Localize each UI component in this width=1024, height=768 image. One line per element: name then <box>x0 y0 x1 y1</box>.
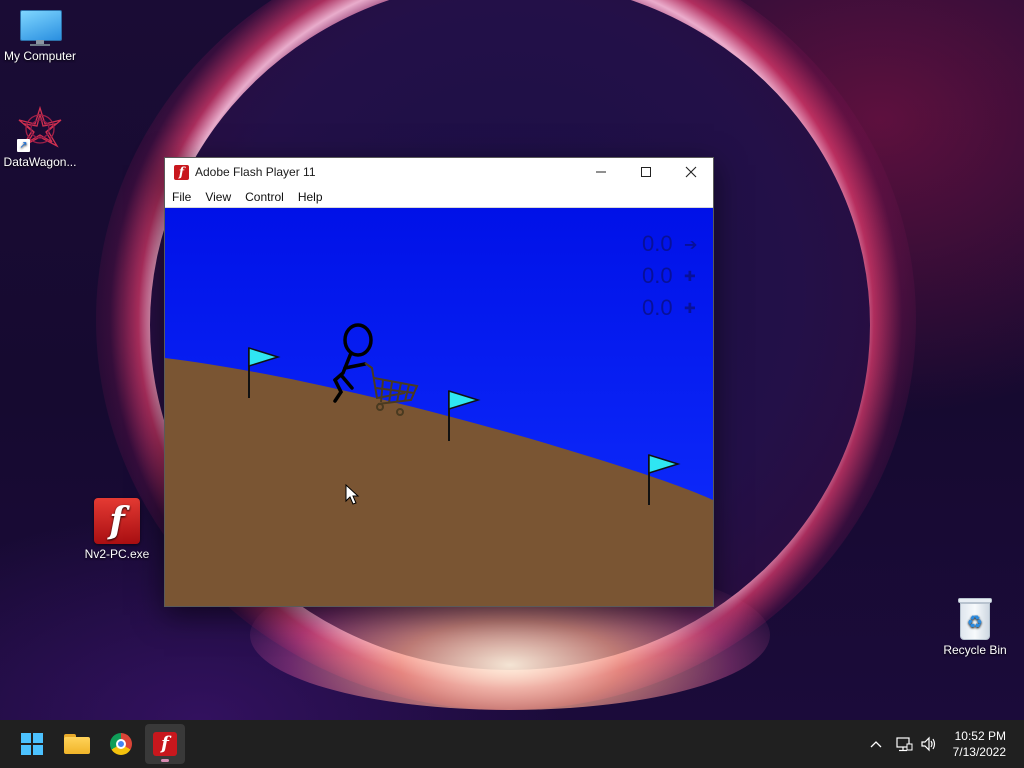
taskbar: f 10:52 PM 7/13/2022 <box>0 720 1024 768</box>
chrome-icon <box>110 733 132 755</box>
chevron-up-icon <box>870 741 882 748</box>
game-scene[interactable]: 0.0 ➔ 0.0 ✚ 0.0 ✚ <box>165 208 713 606</box>
clock-date: 7/13/2022 <box>952 745 1006 759</box>
minimize-button[interactable] <box>578 158 623 186</box>
window-menubar: File View Control Help <box>165 186 713 208</box>
tray-overflow-button[interactable] <box>864 720 888 768</box>
hud: 0.0 ➔ 0.0 ✚ 0.0 ✚ <box>642 231 697 320</box>
menu-help[interactable]: Help <box>291 190 330 204</box>
window-titlebar[interactable]: f Adobe Flash Player 11 <box>165 158 713 186</box>
desktop-icon-datawagon[interactable]: ↗ DataWagon... <box>0 105 80 169</box>
close-icon <box>685 166 696 178</box>
flash-app-icon: f <box>174 164 189 180</box>
flash-player-icon: f <box>153 732 177 756</box>
taskbar-clock[interactable]: 10:52 PM 7/13/2022 <box>953 728 1006 760</box>
desktop-icon-label: Nv2-PC.exe <box>84 547 150 561</box>
hud-plus-icon: ✚ <box>684 268 696 284</box>
desktop-icon-my-computer[interactable]: My Computer <box>0 10 80 63</box>
desktop-icon-label: Recycle Bin <box>943 643 1007 657</box>
desktop-icon-label: DataWagon... <box>3 155 77 169</box>
menu-view[interactable]: View <box>198 190 238 204</box>
network-icon <box>896 737 913 752</box>
desktop-icon-recycle-bin[interactable]: ♻ Recycle Bin <box>935 598 1015 657</box>
active-app-indicator <box>161 759 169 762</box>
start-button[interactable] <box>12 724 52 764</box>
volume-button[interactable] <box>917 720 941 768</box>
flash-exe-icon: f <box>94 498 140 544</box>
flash-game-stage[interactable]: 0.0 ➔ 0.0 ✚ 0.0 ✚ <box>165 208 713 606</box>
clock-time: 10:52 PM <box>954 729 1006 743</box>
window-title: Adobe Flash Player 11 <box>195 165 316 179</box>
maximize-icon <box>640 167 651 177</box>
taskbar-file-explorer[interactable] <box>57 724 97 764</box>
volume-icon <box>921 736 936 752</box>
taskbar-chrome[interactable] <box>101 724 141 764</box>
menu-file[interactable]: File <box>165 190 198 204</box>
hud-value-3: 0.0 <box>642 295 673 320</box>
start-icon <box>21 733 43 755</box>
network-button[interactable] <box>892 720 916 768</box>
hud-arrow-icon: ➔ <box>684 237 697 254</box>
hud-value-1: 0.0 <box>642 231 673 256</box>
shortcut-arrow-icon: ↗ <box>17 139 30 152</box>
computer-icon <box>19 10 62 46</box>
hud-value-2: 0.0 <box>642 263 673 288</box>
taskbar-flash-player[interactable]: f <box>145 724 185 764</box>
recycle-bin-icon: ♻ <box>958 598 992 640</box>
hud-plus-icon: ✚ <box>684 300 696 316</box>
maximize-button[interactable] <box>623 158 668 186</box>
desktop-icon-nv2-pc[interactable]: f Nv2-PC.exe <box>77 498 157 561</box>
close-button[interactable] <box>668 158 713 186</box>
desktop-icon-label: My Computer <box>3 49 77 63</box>
datawagon-shortcut-icon: ↗ <box>17 105 63 152</box>
minimize-icon <box>595 171 606 173</box>
file-explorer-icon <box>64 734 90 754</box>
flash-player-window[interactable]: f Adobe Flash Player 11 File View Contro… <box>164 157 714 607</box>
menu-control[interactable]: Control <box>238 190 291 204</box>
